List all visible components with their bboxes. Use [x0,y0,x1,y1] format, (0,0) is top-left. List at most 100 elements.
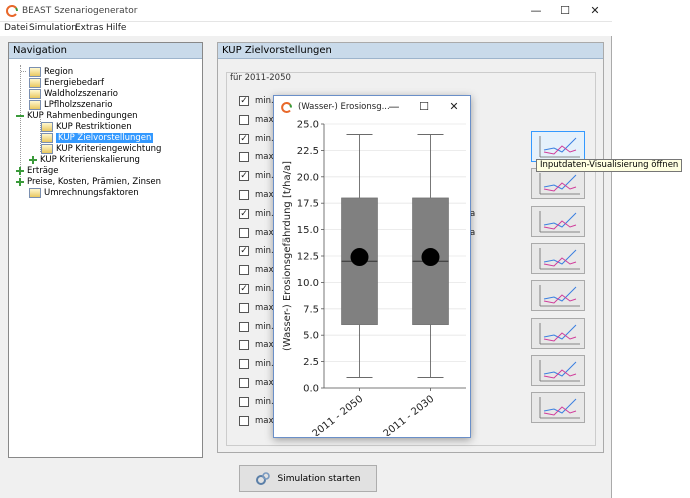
navigation-header: Navigation [9,43,202,59]
maximize-button[interactable]: ☐ [551,3,579,19]
x-tick-label: 2011 - 2030 [382,394,437,436]
visualize-input-button[interactable] [531,317,585,349]
y-tick-label: 15.0 [297,225,319,236]
objective-checkbox[interactable] [239,378,249,388]
tree-item-kup-kriterienskalierung[interactable]: KUP Kriterienskalierung [29,154,140,165]
folder-icon [29,66,41,77]
objective-checkbox[interactable] [239,190,249,200]
visualize-input-button[interactable] [531,354,585,386]
folder-icon [41,121,53,132]
tree-item-kup-kriteriengewichtung[interactable]: KUP Kriteriengewichtung [41,143,161,154]
visualize-input-button[interactable] [531,242,585,274]
tree-item-energiebedarf[interactable]: Energiebedarf [21,77,104,88]
folder-icon [29,99,41,110]
y-tick-label: 20.0 [297,172,319,183]
tree-item-preise[interactable]: Preise, Kosten, Prämien, Zinsen [16,176,161,187]
tree-label: Energiebedarf [44,77,105,88]
tree-label: Preise, Kosten, Prämien, Zinsen [27,176,162,187]
visualize-input-button[interactable] [531,205,585,237]
menu-datei[interactable]: Datei [4,23,28,33]
line-chart-icon [539,136,580,158]
title-bar: BEAST Szenariogenerator — ☐ ✕ [0,0,612,22]
objective-checkbox[interactable] [239,396,249,407]
tree-label: Region [44,66,74,77]
visualize-input-button[interactable] [531,131,585,162]
objective-checkbox[interactable]: ✓ [239,133,249,144]
y-tick-label: 25.0 [297,120,319,131]
menu-simulation[interactable]: Simulation [29,23,77,33]
gears-icon [256,471,271,485]
tree-item-ertraege[interactable]: Erträge [16,165,59,176]
visualize-input-button[interactable] [531,392,585,424]
objective-checkbox[interactable] [239,114,249,125]
objective-checkbox[interactable] [239,415,249,426]
objective-checkbox[interactable] [239,359,249,370]
collapse-icon[interactable] [16,112,24,120]
tree-item-lpflholzszenario[interactable]: LPflholzszenario [21,99,112,110]
objective-checkbox[interactable] [239,321,249,332]
tree-label: KUP Kriteriengewichtung [56,143,162,154]
popup-minimize-button[interactable]: — [380,99,408,115]
folder-icon [41,132,53,143]
objective-checkbox[interactable] [239,152,249,163]
tree-item-kup-restriktionen[interactable]: KUP Restriktionen [41,121,132,132]
mean-marker [421,248,440,267]
expand-icon[interactable] [16,166,24,175]
y-tick-label: 10.0 [297,278,319,289]
app-logo-icon [6,5,18,17]
popup-close-button[interactable]: ✕ [440,99,468,115]
line-chart-icon [539,397,580,419]
visualize-input-button[interactable] [531,168,585,200]
app-title: BEAST Szenariogenerator [22,6,138,16]
menu-hilfe[interactable]: Hilfe [106,23,126,33]
objective-checkbox[interactable] [239,302,249,313]
objective-checkbox[interactable]: ✓ [239,284,249,294]
boxplot-chart: 0.0 2.5 5.0 7.5 10.0 12.5 15.0 17.5 20.0 22.5 25.0… [282,120,466,436]
folder-icon [29,77,41,88]
y-tick-label: 17.5 [297,199,319,210]
menu-bar: Datei Simulation Extras Hilfe [0,22,612,36]
line-chart-icon [539,285,580,307]
y-tick-label: 22.5 [297,146,319,157]
objective-checkbox[interactable] [239,340,249,351]
objective-checkbox[interactable] [239,265,249,276]
tooltip: Inputdaten-Visualisierung öffnen [536,159,683,172]
tree-label: KUP Rahmenbedingungen [27,110,138,121]
mean-marker [350,248,369,267]
y-tick-label: 7.5 [303,304,319,315]
tree-item-kup-zielvorstellungen[interactable]: KUP Zielvorstellungen [41,132,154,143]
objective-checkbox[interactable]: ✓ [239,246,249,257]
objective-checkbox[interactable]: ✓ [239,208,249,219]
objective-checkbox[interactable]: ✓ [239,171,249,182]
line-chart-icon [539,173,580,195]
popup-maximize-button[interactable]: ☐ [410,99,438,115]
start-simulation-button[interactable]: Simulation starten [239,465,377,492]
folder-icon [29,88,41,99]
x-tick-label: 2011 - 2050 [311,394,366,436]
chart-popup-window: (Wasser-) Erosionsg... — ☐ ✕ 0.0 2.5 5.0 7.… [273,95,471,438]
menu-extras[interactable]: Extras [75,23,103,33]
tree-label: KUP Restriktionen [56,121,132,132]
objective-checkbox[interactable]: ✓ [239,96,249,106]
folder-icon [41,143,53,154]
minimize-button[interactable]: — [522,3,550,19]
navigation-panel: Navigation Region Energiebedarf Waldholz… [8,42,203,458]
line-chart-icon [539,322,580,344]
tree-label: Waldholzszenario [44,88,119,99]
tree-label: KUP Zielvorstellungen [56,132,154,143]
objective-checkbox[interactable] [239,227,249,238]
tree-label: Erträge [27,165,59,176]
line-chart-icon [539,210,580,232]
tree-item-kup-rahmenbedingungen[interactable]: KUP Rahmenbedingungen [16,110,138,121]
tree-item-region[interactable]: Region [21,66,73,77]
close-button[interactable]: ✕ [581,3,609,19]
y-tick-label: 0.0 [303,384,319,395]
tree-item-umrechnungsfaktoren[interactable]: Umrechnungsfaktoren [21,187,139,198]
y-tick-label: 12.5 [297,252,319,263]
expand-icon[interactable] [16,177,24,186]
visualize-input-button[interactable] [531,280,585,312]
expand-icon[interactable] [29,155,37,164]
tree-label: Umrechnungsfaktoren [44,187,139,198]
tree-item-waldholzszenario[interactable]: Waldholzszenario [21,88,118,99]
popup-title: (Wasser-) Erosionsg... [298,102,390,112]
